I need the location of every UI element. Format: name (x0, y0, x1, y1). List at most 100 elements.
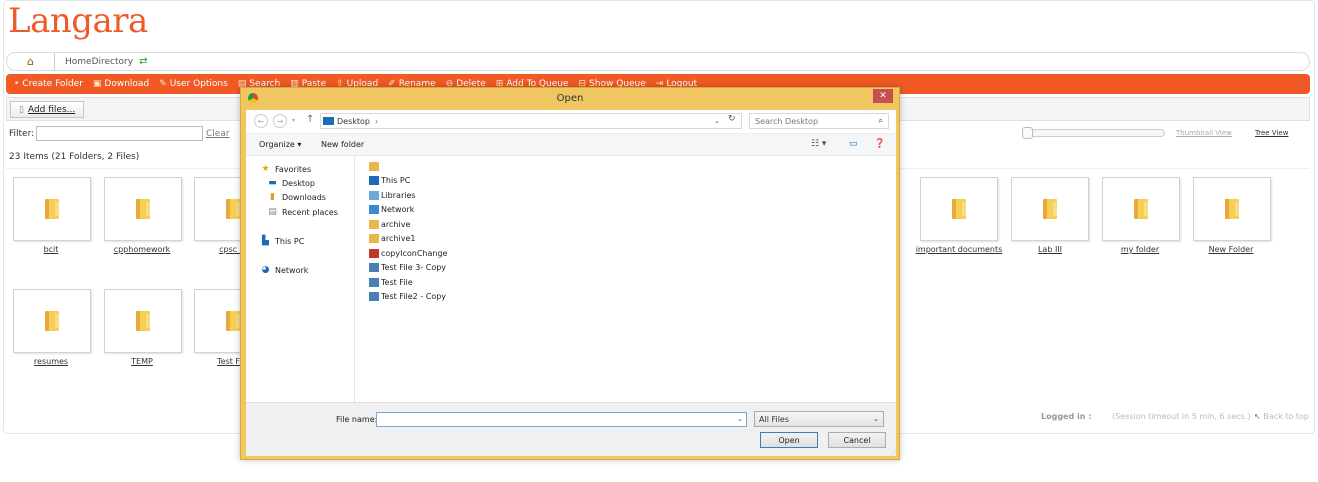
folder-icon (226, 199, 240, 219)
refresh-icon[interactable]: ⇄ (139, 56, 147, 67)
navigation-pane: ★ Favorites ▬ Desktop ▮ Downloads ▤ Recent p… (246, 156, 355, 402)
folder-icon (369, 234, 379, 243)
desktop-icon (323, 117, 334, 125)
nav-this-pc[interactable]: ▙ This PC (260, 236, 304, 246)
thumbnail-view-link[interactable]: Thumbnail View (1176, 129, 1232, 137)
tree-view-link[interactable]: Tree View (1255, 129, 1288, 137)
file-item[interactable]: This PC (369, 176, 410, 185)
file-item[interactable]: archive1 (369, 234, 415, 243)
folder-label[interactable]: cpphomework (97, 245, 187, 254)
new-folder-button[interactable]: New folder (321, 140, 364, 149)
folder-tile[interactable] (1011, 177, 1089, 241)
langara-logo: Langara (8, 1, 148, 41)
folder-icon (226, 311, 240, 331)
view-options-icon[interactable]: ☷ ▾ (811, 139, 826, 149)
document-icon (369, 263, 379, 272)
dialog-title: Open (556, 93, 584, 104)
chevron-down-icon: ⌄ (873, 415, 879, 423)
open-button[interactable]: Open (760, 432, 818, 448)
create-folder-icon: • (14, 79, 20, 89)
folder-label[interactable]: New Folder (1186, 245, 1276, 254)
clear-link[interactable]: Clear (206, 129, 230, 139)
breadcrumb: ⌂ HomeDirectory ⇄ (6, 52, 1310, 71)
back-to-top-link[interactable]: ↖ Back to top (1254, 412, 1309, 421)
file-item[interactable]: Network (369, 205, 414, 214)
download-button[interactable]: ▣ Download (93, 79, 149, 89)
recent-locations-icon[interactable]: ▾ (292, 117, 295, 124)
file-item[interactable]: Test File 3- Copy (369, 263, 446, 272)
address-dropdown-icon[interactable]: ⌄ (714, 117, 720, 125)
chevron-right-icon[interactable]: › (375, 117, 378, 126)
help-icon[interactable]: ❓ (874, 139, 885, 149)
search-icon: ⌕ (878, 116, 883, 125)
star-icon: ★ (261, 164, 270, 174)
file-item[interactable]: copyIconChange (369, 249, 447, 258)
folder-label[interactable]: TEMP (97, 357, 187, 366)
nav-network[interactable]: ◕ Network (260, 265, 309, 275)
folder-label[interactable]: my folder (1095, 245, 1185, 254)
file-item[interactable]: Test File2 - Copy (369, 292, 446, 301)
session-timeout: (Session timeout in 5 min, 6 secs.) (1112, 412, 1251, 421)
file-item[interactable]: Test File (369, 278, 413, 287)
folder-icon (45, 311, 59, 331)
create-folder-button[interactable]: • Create Folder (14, 79, 83, 89)
folder-label[interactable]: Lab III (1005, 245, 1095, 254)
folder-icon (45, 199, 59, 219)
file-item[interactable]: archive (369, 220, 410, 229)
folder-label[interactable]: resumes (6, 357, 96, 366)
network-icon (369, 205, 379, 214)
folder-tile[interactable] (104, 289, 182, 353)
folder-icon (1134, 199, 1148, 219)
file-icon: ▯ (19, 104, 24, 115)
file-item[interactable]: Libraries (369, 191, 416, 200)
cancel-button[interactable]: Cancel (828, 432, 886, 448)
resize-grip-icon[interactable]: ⋰ (890, 449, 897, 457)
folder-icon (952, 199, 966, 219)
home-icon[interactable]: ⌂ (7, 53, 55, 70)
dialog-titlebar[interactable]: Open ✕ (241, 88, 899, 110)
breadcrumb-current[interactable]: HomeDirectory (65, 57, 133, 67)
chevron-down-icon[interactable]: ⌄ (737, 415, 743, 423)
folder-icon (136, 199, 150, 219)
file-list: This PC Libraries Network archive archiv… (356, 156, 896, 402)
nav-favorites[interactable]: ★ Favorites (260, 164, 311, 174)
file-type-select[interactable]: All Files ⌄ (754, 411, 884, 427)
close-button[interactable]: ✕ (873, 89, 893, 103)
command-bar: Organize ▾ New folder ☷ ▾ ▭ ❓ (246, 134, 896, 156)
search-input[interactable]: Search Desktop ⌕ (749, 113, 889, 129)
back-to-top-icon: ↖ (1254, 412, 1261, 421)
slider-handle[interactable] (1022, 127, 1033, 139)
up-icon[interactable]: ↑ (306, 114, 314, 125)
thumbnail-size-slider[interactable] (1022, 127, 1165, 139)
folder-tile[interactable] (1193, 177, 1271, 241)
file-item[interactable] (369, 162, 381, 171)
folder-label[interactable]: bcit (6, 245, 96, 254)
user-options-button[interactable]: ✎ User Options (159, 79, 228, 89)
add-files-button[interactable]: ▯ Add files... (10, 101, 85, 118)
address-bar[interactable]: Desktop › (320, 113, 742, 129)
folder-tile[interactable] (104, 177, 182, 241)
nav-downloads[interactable]: ▮ Downloads (267, 192, 326, 202)
nav-desktop[interactable]: ▬ Desktop (267, 178, 315, 188)
folder-tile[interactable] (13, 177, 91, 241)
folder-tile[interactable] (13, 289, 91, 353)
folder-icon (136, 311, 150, 331)
preview-pane-icon[interactable]: ▭ (849, 139, 858, 149)
organize-button[interactable]: Organize ▾ (259, 140, 301, 149)
filter-input[interactable] (36, 126, 203, 141)
file-name-input[interactable]: ⌄ (376, 412, 747, 427)
image-file-icon (369, 249, 379, 258)
user-folder-icon (369, 162, 379, 171)
dialog-footer: File name: ⌄ All Files ⌄ Open Cancel (246, 402, 896, 456)
folder-label[interactable]: important documents (914, 245, 1004, 254)
folder-tile[interactable] (1102, 177, 1180, 241)
nav-recent-places[interactable]: ▤ Recent places (267, 207, 338, 217)
forward-icon[interactable]: → (273, 114, 287, 128)
folder-icon (369, 220, 379, 229)
filter-label: Filter: (9, 129, 35, 139)
refresh-icon[interactable]: ↻ (728, 114, 736, 124)
open-dialog: Open ✕ ← → ▾ ↑ Desktop › ⌄ ↻ Search Desk… (240, 87, 900, 460)
folder-tile[interactable] (920, 177, 998, 241)
dialog-body: ← → ▾ ↑ Desktop › ⌄ ↻ Search Desktop ⌕ O… (246, 110, 896, 456)
back-icon[interactable]: ← (254, 114, 268, 128)
